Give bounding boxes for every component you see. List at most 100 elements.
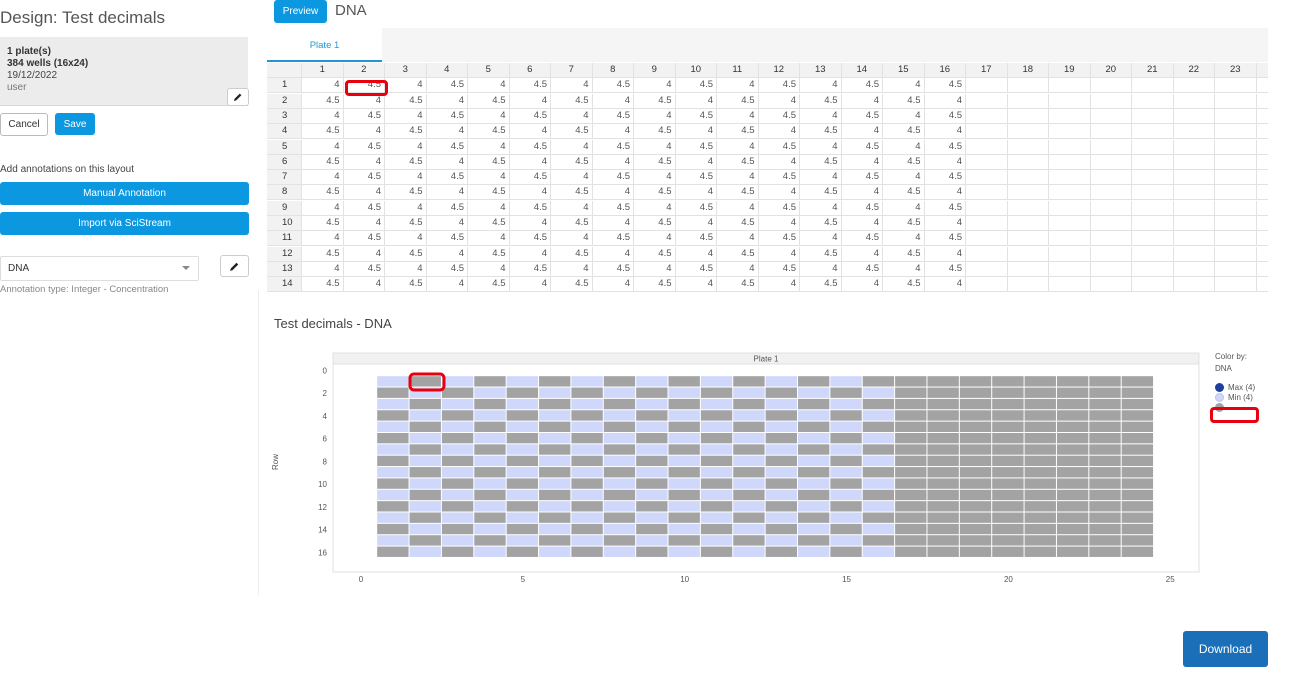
table-cell[interactable]: 4.5	[468, 277, 510, 293]
table-cell[interactable]	[1173, 154, 1215, 170]
table-cell[interactable]	[1256, 231, 1268, 247]
table-cell[interactable]: 4.5	[551, 185, 593, 201]
table-cell[interactable]: 4.5	[883, 246, 925, 262]
table-cell[interactable]: 4	[924, 185, 966, 201]
table-cell[interactable]: 4.5	[800, 216, 842, 231]
table-cell[interactable]: 4.5	[800, 154, 842, 170]
table-cell[interactable]: 4.5	[924, 170, 966, 186]
table-cell[interactable]	[1132, 216, 1174, 231]
table-cell[interactable]: 4.5	[675, 108, 717, 124]
table-cell[interactable]	[1007, 231, 1049, 247]
table-cell[interactable]: 4.5	[343, 108, 385, 124]
table-cell[interactable]	[1049, 246, 1091, 262]
table-cell[interactable]: 4	[758, 185, 800, 201]
table-cell[interactable]	[1132, 185, 1174, 201]
table-cell[interactable]	[1132, 200, 1174, 216]
table-cell[interactable]: 4.5	[551, 154, 593, 170]
table-cell[interactable]: 4.5	[509, 261, 551, 277]
table-cell[interactable]: 4.5	[592, 78, 634, 94]
table-cell[interactable]: 4.5	[302, 154, 344, 170]
table-cell[interactable]: 4.5	[468, 154, 510, 170]
table-cell[interactable]: 4.5	[385, 246, 427, 262]
table-cell[interactable]	[1090, 246, 1132, 262]
table-cell[interactable]: 4.5	[634, 93, 676, 109]
table-cell[interactable]: 4.5	[634, 216, 676, 231]
table-cell[interactable]: 4.5	[800, 185, 842, 201]
table-cell[interactable]	[1007, 216, 1049, 231]
table-cell[interactable]	[1007, 170, 1049, 186]
table-cell[interactable]: 4.5	[302, 124, 344, 140]
table-cell[interactable]	[1215, 277, 1257, 293]
table-cell[interactable]: 4	[924, 216, 966, 231]
import-scistream-button[interactable]: Import via SciStream	[0, 212, 249, 235]
table-cell[interactable]: 4.5	[841, 170, 883, 186]
table-cell[interactable]: 4.5	[302, 277, 344, 293]
table-cell[interactable]	[1215, 231, 1257, 247]
table-cell[interactable]: 4	[717, 261, 759, 277]
table-cell[interactable]	[1215, 108, 1257, 124]
table-cell[interactable]	[1256, 124, 1268, 140]
table-cell[interactable]	[1173, 170, 1215, 186]
table-cell[interactable]: 4.5	[841, 139, 883, 155]
table-cell[interactable]: 4.5	[717, 124, 759, 140]
table-cell[interactable]: 4.5	[758, 231, 800, 247]
table-cell[interactable]: 4.5	[385, 277, 427, 293]
table-cell[interactable]: 4	[551, 139, 593, 155]
table-cell[interactable]: 4	[841, 216, 883, 231]
table-cell[interactable]: 4	[343, 124, 385, 140]
table-cell[interactable]: 4.5	[883, 216, 925, 231]
table-cell[interactable]	[1049, 78, 1091, 94]
table-cell[interactable]	[966, 185, 1008, 201]
table-cell[interactable]: 4	[468, 231, 510, 247]
table-cell[interactable]: 4.5	[841, 108, 883, 124]
table-cell[interactable]: 4.5	[551, 277, 593, 293]
table-cell[interactable]: 4	[675, 154, 717, 170]
table-cell[interactable]: 4.5	[468, 124, 510, 140]
table-cell[interactable]	[966, 139, 1008, 155]
table-cell[interactable]: 4.5	[343, 261, 385, 277]
table-cell[interactable]: 4	[343, 246, 385, 262]
table-cell[interactable]	[966, 93, 1008, 109]
table-cell[interactable]: 4.5	[717, 93, 759, 109]
table-cell[interactable]: 4	[551, 231, 593, 247]
table-cell[interactable]: 4	[509, 93, 551, 109]
table-cell[interactable]: 4.5	[592, 231, 634, 247]
table-cell[interactable]: 4	[592, 124, 634, 140]
table-cell[interactable]	[1215, 261, 1257, 277]
table-cell[interactable]	[1090, 185, 1132, 201]
table-cell[interactable]: 4.5	[717, 185, 759, 201]
table-cell[interactable]: 4	[551, 200, 593, 216]
table-cell[interactable]: 4	[758, 246, 800, 262]
table-cell[interactable]: 4.5	[758, 261, 800, 277]
tab-plate-1[interactable]: Plate 1	[267, 28, 382, 62]
table-cell[interactable]: 4	[924, 124, 966, 140]
table-cell[interactable]: 4.5	[924, 139, 966, 155]
table-cell[interactable]: 4.5	[634, 124, 676, 140]
table-cell[interactable]: 4	[509, 124, 551, 140]
table-cell[interactable]: 4	[634, 200, 676, 216]
table-cell[interactable]: 4.5	[343, 231, 385, 247]
table-cell[interactable]: 4	[426, 185, 468, 201]
table-cell[interactable]: 4	[426, 124, 468, 140]
table-cell[interactable]: 4	[343, 185, 385, 201]
table-cell[interactable]: 4	[592, 246, 634, 262]
table-cell[interactable]	[1173, 246, 1215, 262]
table-cell[interactable]	[1215, 154, 1257, 170]
table-cell[interactable]: 4.5	[841, 78, 883, 94]
table-cell[interactable]: 4.5	[509, 170, 551, 186]
table-cell[interactable]	[1256, 108, 1268, 124]
table-cell[interactable]: 4.5	[426, 170, 468, 186]
table-cell[interactable]: 4	[592, 185, 634, 201]
table-cell[interactable]: 4	[841, 93, 883, 109]
table-cell[interactable]: 4.5	[302, 185, 344, 201]
table-cell[interactable]	[1173, 185, 1215, 201]
table-cell[interactable]: 4.5	[592, 108, 634, 124]
table-cell[interactable]	[1007, 108, 1049, 124]
table-cell[interactable]: 4.5	[883, 185, 925, 201]
table-cell[interactable]	[1173, 200, 1215, 216]
table-cell[interactable]: 4	[302, 78, 344, 94]
cancel-button[interactable]: Cancel	[0, 113, 48, 136]
table-cell[interactable]: 4	[758, 154, 800, 170]
table-cell[interactable]: 4.5	[634, 154, 676, 170]
table-cell[interactable]: 4	[883, 261, 925, 277]
